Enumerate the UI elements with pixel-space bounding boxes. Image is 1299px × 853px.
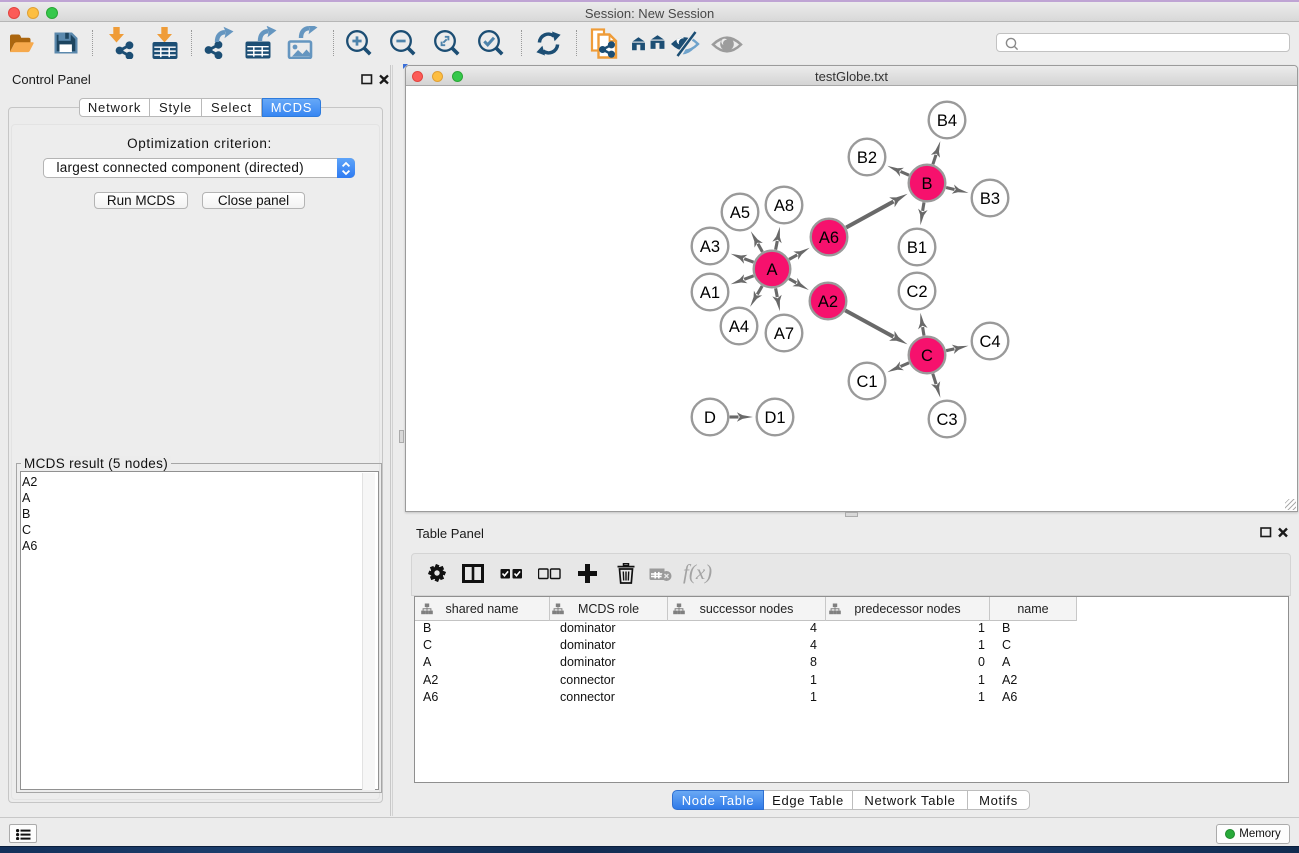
svg-text:C2: C2 [906,283,927,301]
svg-text:C4: C4 [979,333,1000,351]
svg-text:C3: C3 [936,411,957,429]
svg-text:D1: D1 [764,409,785,427]
svg-text:B4: B4 [937,112,957,130]
svg-text:B1: B1 [907,239,927,257]
svg-text:A6: A6 [819,229,839,247]
svg-text:B2: B2 [857,149,877,167]
svg-text:C1: C1 [856,373,877,391]
svg-text:C: C [921,347,933,365]
svg-text:A1: A1 [700,284,720,302]
svg-text:A4: A4 [729,318,749,336]
svg-text:B: B [921,175,932,193]
svg-text:A3: A3 [700,238,720,256]
svg-text:B3: B3 [980,190,1000,208]
svg-text:A5: A5 [730,204,750,222]
svg-text:D: D [704,409,716,427]
svg-text:A: A [766,261,777,279]
svg-text:A2: A2 [818,293,838,311]
svg-text:A8: A8 [774,197,794,215]
svg-text:A7: A7 [774,325,794,343]
